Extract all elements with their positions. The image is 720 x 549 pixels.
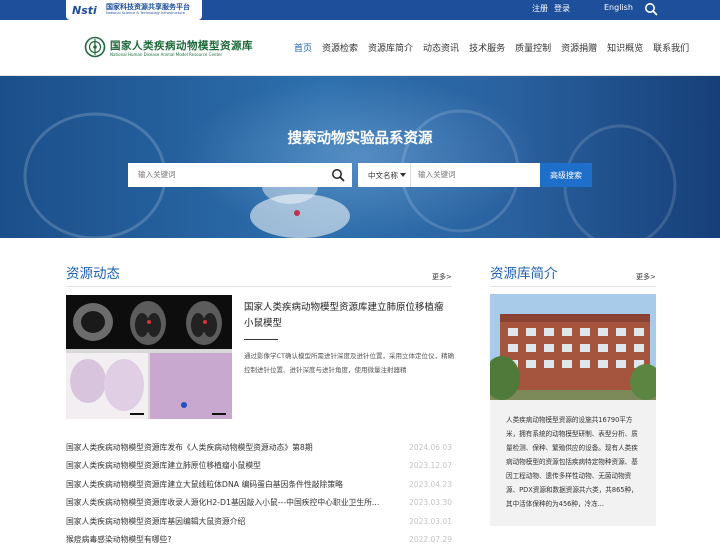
advanced-search-button[interactable]: 高级搜索: [540, 163, 592, 187]
list-item[interactable]: 国家人类疾病动物模型资源库基因编辑大鼠资源介绍 2023.03.01: [66, 512, 452, 531]
intro-divider: [490, 286, 656, 287]
banner-title: 搜索动物实验品系资源: [0, 127, 720, 148]
nav-knowledge[interactable]: 知识概览: [607, 41, 643, 54]
nav-donation[interactable]: 资源捐赠: [561, 41, 597, 54]
news-divider: [66, 286, 452, 287]
news-item-date: 2024.06.03: [409, 443, 452, 452]
nav-about[interactable]: 资源库简介: [368, 41, 413, 54]
featured-news-image[interactable]: [66, 295, 232, 419]
platform-logo-text: 国家科技资源共享服务平台 National Science & Technolo…: [106, 4, 190, 16]
news-item-title[interactable]: 国家人类疾病动物模型资源库收录人源化H2-D1基因敲入小鼠---中国疾控中心职业…: [66, 497, 396, 508]
nav-services[interactable]: 技术服务: [469, 41, 505, 54]
site-subtitle: National Human Disease Animal Model Reso…: [110, 52, 222, 57]
select-divider: [410, 163, 411, 187]
keyword-search-input[interactable]: [138, 170, 318, 179]
nav-home[interactable]: 首页: [294, 41, 312, 54]
featured-news-rule: [244, 339, 278, 340]
news-list: 国家人类疾病动物模型资源库发布《人类疾病动物模型资源动态》第8期 2024.06…: [66, 438, 452, 549]
platform-name-en: National Science & Technology Infrastruc…: [106, 12, 190, 16]
site-title[interactable]: 国家人类疾病动物模型资源库: [110, 38, 253, 53]
lab-glassware-illustration: [0, 76, 720, 238]
register-link[interactable]: 注册: [532, 3, 548, 14]
news-item-title[interactable]: 国家人类疾病动物模型资源库建立大鼠线粒体DNA 编码蛋白基因条件性敲除策略: [66, 479, 396, 490]
field-select[interactable]: 中文名称: [368, 170, 398, 181]
platform-name: 国家科技资源共享服务平台: [106, 4, 190, 11]
chevron-down-icon[interactable]: [400, 173, 406, 177]
top-bar: Nsti 国家科技资源共享服务平台 National Science & Tec…: [0, 0, 720, 20]
news-item-title[interactable]: 国家人类疾病动物模型资源库基因编辑大鼠资源介绍: [66, 516, 396, 527]
news-item-date: 2023.12.07: [409, 461, 452, 470]
facility-building-image[interactable]: [490, 294, 656, 400]
news-section-title: 资源动态: [66, 262, 120, 282]
intro-section-title: 资源库简介: [490, 262, 558, 282]
list-item[interactable]: 国家人类疾病动物模型资源库收录人源化H2-D1基因敲入小鼠---中国疾控中心职业…: [66, 494, 452, 513]
nav-contact[interactable]: 联系我们: [653, 41, 689, 54]
ct-histology-image: [66, 295, 232, 419]
intro-card: 人类疾病动物模型资源的设施共16790平方米，拥有系统的动物模型研制、表型分析、…: [490, 400, 656, 526]
intro-text: 人类疾病动物模型资源的设施共16790平方米，拥有系统的动物模型研制、表型分析、…: [506, 413, 644, 511]
intro-more-link[interactable]: 更多>: [636, 272, 656, 282]
hero-banner: 搜索动物实验品系资源: [0, 76, 720, 238]
news-item-date: 2023.03.30: [409, 498, 452, 507]
search-icon[interactable]: [644, 2, 658, 16]
nav-news[interactable]: 动态资讯: [423, 41, 459, 54]
login-link[interactable]: 登录: [554, 3, 570, 14]
news-item-title[interactable]: 国家人类疾病动物模型资源库建立肺原位移植瘤小鼠模型: [66, 460, 396, 471]
nav-resource-search[interactable]: 资源检索: [322, 41, 358, 54]
news-item-date: 2023.03.01: [409, 517, 452, 526]
news-item-title[interactable]: 国家人类疾病动物模型资源库发布《人类疾病动物模型资源动态》第8期: [66, 442, 396, 453]
advanced-search-box: 中文名称: [358, 163, 540, 187]
news-more-link[interactable]: 更多>: [432, 272, 452, 282]
platform-logo[interactable]: Nsti 国家科技资源共享服务平台 National Science & Tec…: [66, 0, 202, 20]
featured-news-title[interactable]: 国家人类疾病动物模型资源库建立肺原位移植瘤小鼠模型: [244, 300, 452, 332]
news-item-date: 2023.04.23: [409, 480, 452, 489]
nav-quality-control[interactable]: 质量控制: [515, 41, 551, 54]
list-item[interactable]: 国家人类疾病动物模型资源库建立大鼠线粒体DNA 编码蛋白基因条件性敲除策略 20…: [66, 475, 452, 494]
list-item[interactable]: 国家人类疾病动物模型资源库建立肺原位移植瘤小鼠模型 2023.12.07: [66, 457, 452, 476]
building-photo: [490, 294, 656, 400]
keyword-search-box: [128, 163, 352, 187]
list-item[interactable]: 国家人类疾病动物模型资源库发布《人类疾病动物模型资源动态》第8期 2024.06…: [66, 438, 452, 457]
language-link[interactable]: English: [604, 3, 633, 12]
site-logo-icon[interactable]: [84, 36, 106, 58]
main-nav: 首页 资源检索 资源库简介 动态资讯 技术服务 质量控制 资源捐赠 知识概览 联…: [294, 41, 699, 54]
platform-logo-mark: Nsti: [72, 4, 106, 17]
search-icon[interactable]: [331, 168, 345, 182]
site-header: 国家人类疾病动物模型资源库 National Human Disease Ani…: [0, 20, 720, 76]
featured-news-desc: 通过影像学CT确认模型所需进针深度及进针位置，采用立体定位仪，精确控制进针位置、…: [244, 349, 454, 377]
advanced-search-input[interactable]: [418, 170, 534, 179]
